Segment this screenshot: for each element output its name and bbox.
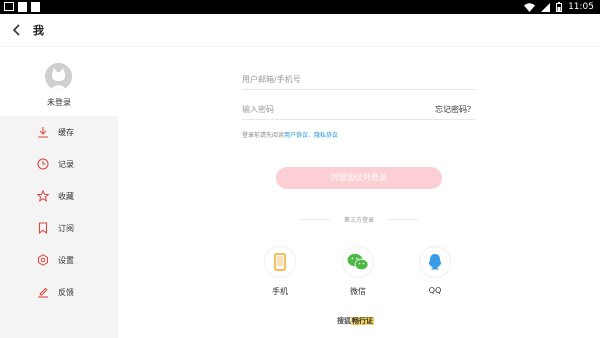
qq-login-button[interactable] bbox=[419, 246, 451, 278]
login-button[interactable]: 同意协议并登录 bbox=[276, 167, 442, 189]
clock-time: 11:05 bbox=[568, 2, 594, 12]
password-placeholder: 输入密码 bbox=[242, 105, 274, 114]
bookmark-icon bbox=[38, 222, 48, 234]
status-bar: 11:05 bbox=[0, 0, 600, 14]
username-field[interactable]: 用户邮箱/手机号 bbox=[242, 68, 475, 90]
qq-login-option[interactable]: QQ bbox=[417, 246, 453, 306]
phone-login-label: 手机 bbox=[272, 287, 288, 296]
notification-icon bbox=[18, 2, 27, 12]
sidebar-item-subscriptions[interactable]: 订阅 bbox=[0, 212, 118, 244]
forgot-password-link[interactable]: 忘记密码？ bbox=[435, 104, 475, 115]
download-icon bbox=[38, 127, 48, 138]
agreement-prefix: 登录前请先阅读 bbox=[242, 132, 285, 139]
default-avatar-icon bbox=[45, 63, 72, 90]
login-status-label: 未登录 bbox=[47, 98, 71, 107]
agreement-notice: 登录前请先阅读用户协议、隐私协议 bbox=[242, 130, 338, 139]
phone-login-option[interactable]: 手机 bbox=[262, 246, 298, 306]
qq-login-label: QQ bbox=[428, 286, 442, 295]
login-panel: 用户邮箱/手机号 输入密码 忘记密码？ 登录前请先阅读用户协议、隐私协议 同意协… bbox=[118, 47, 600, 338]
sidebar-item-favorites[interactable]: 收藏 bbox=[0, 180, 118, 212]
sidebar-item-cache[interactable]: 缓存 bbox=[0, 116, 118, 148]
wechat-login-label: 微信 bbox=[350, 287, 366, 296]
sidebar-item-label: 缓存 bbox=[58, 127, 74, 137]
battery-icon bbox=[556, 2, 563, 12]
password-field[interactable]: 输入密码 忘记密码？ bbox=[242, 98, 475, 120]
user-agreement-link[interactable]: 用户协议 bbox=[284, 132, 308, 139]
avatar[interactable] bbox=[45, 63, 72, 90]
username-placeholder: 用户邮箱/手机号 bbox=[242, 75, 301, 84]
wechat-login-option[interactable]: 微信 bbox=[340, 246, 376, 306]
wifi-icon bbox=[524, 2, 536, 12]
third-party-login-label: 第三方登录 bbox=[330, 215, 388, 224]
sidebar: 未登录 缓存 记录 收藏 订阅 设置 反馈 bbox=[0, 47, 118, 338]
notification-icon bbox=[31, 2, 40, 12]
brand-highlight: 畅行证 bbox=[351, 317, 374, 325]
page-title: 我 bbox=[33, 24, 44, 37]
wechat-icon bbox=[347, 253, 369, 271]
sidebar-item-history[interactable]: 记录 bbox=[0, 148, 118, 180]
phone-icon bbox=[274, 253, 286, 271]
sohu-passport-logo: 搜狐畅行证 bbox=[337, 316, 374, 326]
brand-name: 搜狐 bbox=[337, 317, 351, 325]
qq-icon bbox=[429, 254, 441, 270]
privacy-agreement-link[interactable]: 隐私协议 bbox=[314, 132, 338, 139]
pencil-icon bbox=[38, 287, 48, 298]
clock-icon bbox=[37, 158, 49, 170]
image-notification-icon bbox=[4, 2, 14, 11]
phone-login-button[interactable] bbox=[264, 246, 296, 278]
top-bar: 我 bbox=[0, 14, 600, 47]
sidebar-item-label: 设置 bbox=[58, 255, 74, 265]
sidebar-item-label: 收藏 bbox=[58, 191, 74, 201]
sidebar-item-label: 记录 bbox=[58, 159, 74, 169]
signal-icon bbox=[541, 2, 551, 12]
sidebar-menu: 缓存 记录 收藏 订阅 设置 反馈 bbox=[0, 116, 118, 338]
star-icon bbox=[37, 190, 49, 202]
sidebar-item-feedback[interactable]: 反馈 bbox=[0, 276, 118, 308]
back-arrow-icon[interactable] bbox=[10, 22, 24, 38]
gear-icon bbox=[38, 254, 48, 266]
sidebar-item-label: 反馈 bbox=[58, 287, 74, 297]
sidebar-item-settings[interactable]: 设置 bbox=[0, 244, 118, 276]
profile-area[interactable]: 未登录 bbox=[0, 47, 118, 116]
wechat-login-button[interactable] bbox=[342, 246, 374, 278]
sidebar-item-label: 订阅 bbox=[58, 223, 74, 233]
